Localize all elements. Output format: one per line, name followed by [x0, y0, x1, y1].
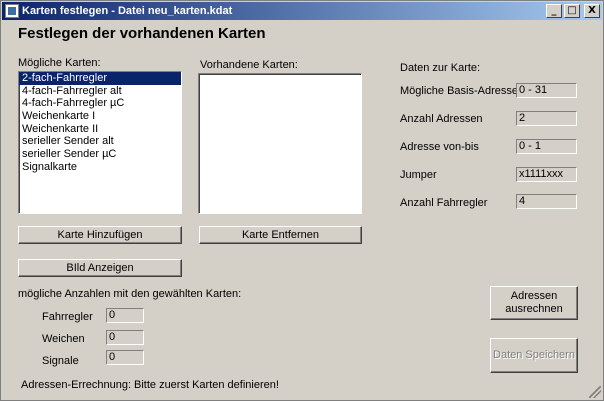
- turnouts-total-field: 0: [106, 330, 144, 345]
- calculate-addresses-button[interactable]: Adressen ausrechnen: [490, 286, 578, 320]
- address-count-field: 2: [516, 111, 577, 126]
- possible-cards-label: Mögliche Karten:: [18, 57, 101, 69]
- signals-total-label: Signale: [42, 355, 79, 367]
- existing-cards-list[interactable]: [198, 73, 362, 214]
- base-addresses-field: 0 - 31: [516, 83, 577, 98]
- controller-count-label: Anzahl Fahrregler: [400, 197, 488, 209]
- maximize-button[interactable]: □: [564, 4, 580, 18]
- existing-cards-label: Vorhandene Karten:: [200, 59, 298, 71]
- remove-card-button[interactable]: Karte Entfernen: [199, 226, 362, 244]
- address-count-label: Anzahl Adressen: [400, 113, 483, 125]
- jumper-field: x1111xxx: [516, 167, 577, 182]
- app-icon: [5, 4, 19, 18]
- controller-total-label: Fahrregler: [42, 311, 93, 323]
- list-item[interactable]: 4-fach-Fahrregler alt: [19, 85, 181, 98]
- close-button[interactable]: X: [584, 4, 600, 18]
- jumper-label: Jumper: [400, 169, 437, 181]
- turnouts-total-label: Weichen: [42, 333, 85, 345]
- controller-count-field: 4: [516, 194, 577, 209]
- address-calc-status: Bitte zuerst Karten definieren!: [134, 379, 279, 391]
- list-item[interactable]: Weichenkarte II: [19, 123, 181, 136]
- controller-total-field: 0: [106, 308, 144, 323]
- address-calc-label: Adressen-Errechnung:: [21, 379, 132, 391]
- address-range-field: 0 - 1: [516, 139, 577, 154]
- card-data-label: Daten zur Karte:: [400, 62, 481, 74]
- window-title: Karten festlegen - Datei neu_karten.kdat: [22, 5, 233, 17]
- possible-cards-list[interactable]: 2-fach-Fahrregler 4-fach-Fahrregler alt 4-…: [18, 71, 182, 214]
- address-range-label: Adresse von-bis: [400, 141, 479, 153]
- base-addresses-label: Mögliche Basis-Adressen: [400, 85, 525, 97]
- list-item[interactable]: serieller Sender µC: [19, 148, 181, 161]
- list-item[interactable]: Weichenkarte I: [19, 110, 181, 123]
- list-item[interactable]: Signalkarte: [19, 161, 181, 174]
- title-bar[interactable]: Karten festlegen - Datei neu_karten.kdat…: [2, 2, 602, 20]
- save-data-button[interactable]: Daten Speichern: [490, 338, 578, 373]
- minimize-button[interactable]: _: [546, 4, 562, 18]
- show-image-button[interactable]: BIld Anzeigen: [18, 259, 182, 277]
- list-item[interactable]: 2-fach-Fahrregler: [19, 72, 181, 85]
- resize-grip-icon[interactable]: [589, 386, 601, 398]
- window-controls: _ □ X: [546, 4, 600, 18]
- add-card-button[interactable]: Karte Hinzufügen: [18, 226, 182, 244]
- signals-total-field: 0: [106, 350, 144, 365]
- list-item[interactable]: serieller Sender alt: [19, 135, 181, 148]
- main-window: Karten festlegen - Datei neu_karten.kdat…: [0, 0, 604, 401]
- page-title: Festlegen der vorhandenen Karten: [18, 25, 266, 42]
- possible-counts-label: mögliche Anzahlen mit den gewählten Kart…: [18, 288, 242, 300]
- list-item[interactable]: 4-fach-Fahrregler µC: [19, 97, 181, 110]
